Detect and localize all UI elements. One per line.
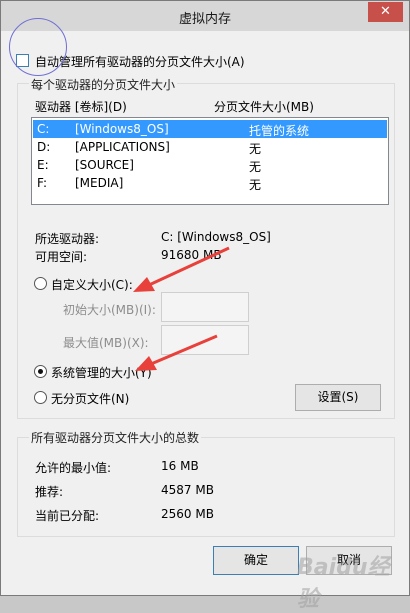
initial-size-input[interactable] <box>161 292 249 322</box>
custom-size-label[interactable]: 自定义大小(C): <box>51 276 133 293</box>
drive-row-f[interactable]: F: [MEDIA] 无 <box>33 174 387 192</box>
drive-row-e[interactable]: E: [SOURCE] 无 <box>33 156 387 174</box>
drive-paging-size: 无 <box>249 142 262 156</box>
close-icon: ✕ <box>380 4 391 19</box>
per-drive-legend: 每个驱动器的分页文件大小 <box>29 76 178 93</box>
no-paging-radio[interactable] <box>34 391 47 404</box>
min-allowed-label: 允许的最小值: <box>35 461 112 475</box>
drive-list[interactable]: C: [Windows8_OS] 托管的系统 D: [APPLICATIONS]… <box>31 117 389 205</box>
column-header-size: 分页文件大小(MB) <box>214 100 314 114</box>
close-button[interactable]: ✕ <box>368 2 403 22</box>
column-header-drive: 驱动器 [卷标](D) <box>35 100 127 114</box>
drive-volume-label: [APPLICATIONS] <box>75 140 170 154</box>
auto-manage-label[interactable]: 自动管理所有驱动器的分页文件大小(A) <box>35 53 245 70</box>
recommended-label: 推荐: <box>35 485 64 499</box>
drive-paging-size: 无 <box>249 178 262 192</box>
drive-paging-size: 无 <box>249 160 262 174</box>
free-space-value: 91680 MB <box>161 248 222 262</box>
ok-button[interactable]: 确定 <box>213 546 299 575</box>
baidu-watermark: Baidu经验 <box>297 555 390 612</box>
drive-letter: E: <box>37 158 49 172</box>
drive-letter: D: <box>37 140 51 154</box>
no-paging-label[interactable]: 无分页文件(N) <box>51 390 129 407</box>
virtual-memory-dialog: 虚拟内存 ✕ 自动管理所有驱动器的分页文件大小(A) 每个驱动器的分页文件大小 … <box>0 0 410 612</box>
drive-letter: F: <box>37 176 48 190</box>
current-allocated-value: 2560 MB <box>161 507 214 521</box>
initial-size-label: 初始大小(MB)(I): <box>63 303 156 317</box>
drive-volume-label: [Windows8_OS] <box>75 122 169 136</box>
drive-row-d[interactable]: D: [APPLICATIONS] 无 <box>33 138 387 156</box>
free-space-label: 可用空间: <box>35 250 88 264</box>
annotation-circle <box>9 18 67 76</box>
max-size-label: 最大值(MB)(X): <box>63 336 149 350</box>
selected-drive-value: C: [Windows8_OS] <box>161 230 271 244</box>
title-bar[interactable]: 虚拟内存 ✕ <box>1 1 409 31</box>
min-allowed-value: 16 MB <box>161 459 199 473</box>
max-size-input[interactable] <box>161 325 249 355</box>
drive-letter: C: <box>37 122 50 136</box>
drive-volume-label: [MEDIA] <box>75 176 124 190</box>
system-managed-label[interactable]: 系统管理的大小(Y) <box>51 364 152 381</box>
recommended-value: 4587 MB <box>161 483 214 497</box>
set-button[interactable]: 设置(S) <box>295 384 381 411</box>
system-managed-radio[interactable] <box>34 365 47 378</box>
selected-drive-label: 所选驱动器: <box>35 232 100 246</box>
drive-volume-label: [SOURCE] <box>75 158 134 172</box>
drive-row-c[interactable]: C: [Windows8_OS] 托管的系统 <box>33 120 387 138</box>
drive-paging-size: 托管的系统 <box>249 124 310 138</box>
totals-legend: 所有驱动器分页文件大小的总数 <box>29 429 202 446</box>
custom-size-radio[interactable] <box>34 277 47 290</box>
dialog-title: 虚拟内存 <box>178 12 231 27</box>
current-allocated-label: 当前已分配: <box>35 509 100 523</box>
